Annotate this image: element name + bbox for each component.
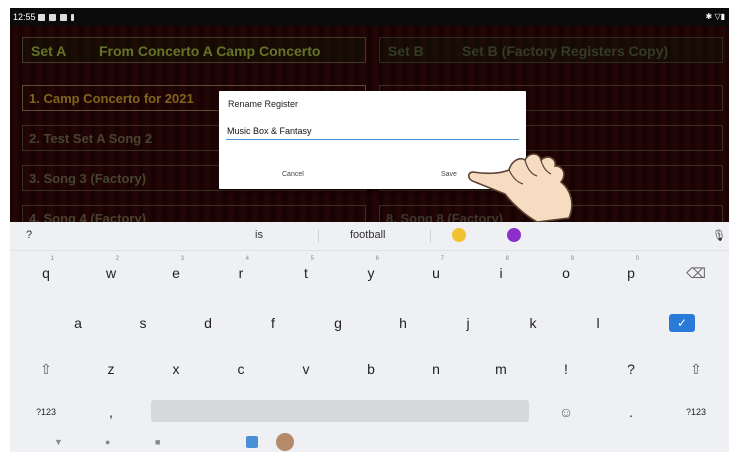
suggestion-toggle[interactable]: ?: [26, 229, 32, 241]
key[interactable]: n: [406, 349, 466, 389]
key[interactable]: r4: [211, 253, 271, 293]
app-background: Set A From Concerto A Camp Concerto Set …: [10, 26, 729, 231]
app-shortcut-icon[interactable]: [276, 433, 294, 451]
key[interactable]: m: [471, 349, 531, 389]
key[interactable]: l: [568, 303, 628, 343]
key[interactable]: ?: [601, 349, 661, 389]
notification-icon: [71, 13, 74, 21]
key[interactable]: h: [373, 303, 433, 343]
emoji-key-icon[interactable]: ☺: [536, 392, 596, 432]
emoji-suggestion-icon[interactable]: [507, 228, 521, 242]
cancel-button[interactable]: Cancel: [282, 171, 304, 178]
keyboard: q1 w2 e3 r4 t5 y6 u7 i8 o9 p0 ⌫ a s d f …: [10, 251, 729, 423]
notification-icon: [49, 13, 56, 21]
symbols-key[interactable]: ?123: [16, 392, 76, 432]
dialog-title: Rename Register: [228, 99, 299, 109]
recents-icon[interactable]: ■: [155, 437, 160, 447]
key[interactable]: d: [178, 303, 238, 343]
key[interactable]: t5: [276, 253, 336, 293]
key[interactable]: c: [211, 349, 271, 389]
symbols-key[interactable]: ?123: [666, 392, 726, 432]
suggestion-divider: [430, 229, 431, 243]
space-bar[interactable]: [151, 400, 529, 422]
key[interactable]: i8: [471, 253, 531, 293]
notification-icon: [60, 13, 67, 21]
key[interactable]: q1: [16, 253, 76, 293]
key[interactable]: g: [308, 303, 368, 343]
suggestion-bar: ? is football 🎙: [10, 222, 729, 251]
key[interactable]: u7: [406, 253, 466, 293]
shift-key[interactable]: ⇧: [16, 349, 76, 389]
key[interactable]: v: [276, 349, 336, 389]
comma-key[interactable]: ,: [81, 392, 141, 432]
suggestion-divider: [318, 229, 319, 243]
key[interactable]: a: [48, 303, 108, 343]
key[interactable]: e3: [146, 253, 206, 293]
home-icon[interactable]: ●: [105, 437, 110, 447]
key[interactable]: p0: [601, 253, 661, 293]
backspace-key[interactable]: ⌫: [666, 253, 726, 293]
status-bar: 12:55 ✱ ▽▮: [10, 8, 729, 26]
clock: 12:55: [13, 12, 36, 22]
app-shortcut-icon[interactable]: [246, 436, 258, 448]
notification-icons: [38, 8, 74, 26]
key[interactable]: !: [536, 349, 596, 389]
enter-key[interactable]: ✓: [669, 314, 695, 332]
tablet-screen: 12:55 ✱ ▽▮ Set A From Concerto A Camp Co…: [10, 8, 729, 452]
navigation-bar: ▼ ● ■: [10, 433, 729, 452]
system-icons: ✱ ▽▮: [705, 12, 725, 21]
suggestion-word-2[interactable]: football: [350, 229, 385, 241]
key[interactable]: k: [503, 303, 563, 343]
key[interactable]: w2: [81, 253, 141, 293]
key[interactable]: j: [438, 303, 498, 343]
key[interactable]: f: [243, 303, 303, 343]
emoji-suggestion-icon[interactable]: [452, 228, 466, 242]
save-button[interactable]: Save: [441, 171, 457, 178]
microphone-icon[interactable]: 🎙: [712, 229, 726, 242]
register-name-input[interactable]: Music Box & Fantasy: [226, 123, 519, 140]
notification-icon: [38, 13, 45, 21]
back-icon[interactable]: ▼: [54, 437, 63, 447]
key[interactable]: x: [146, 349, 206, 389]
suggestion-word-1[interactable]: is: [255, 229, 263, 241]
key[interactable]: y6: [341, 253, 401, 293]
key[interactable]: b: [341, 349, 401, 389]
pointing-hand-icon: [467, 153, 573, 223]
key[interactable]: s: [113, 303, 173, 343]
shift-key[interactable]: ⇧: [666, 349, 726, 389]
key[interactable]: z: [81, 349, 141, 389]
key[interactable]: o9: [536, 253, 596, 293]
period-key[interactable]: .: [601, 392, 661, 432]
